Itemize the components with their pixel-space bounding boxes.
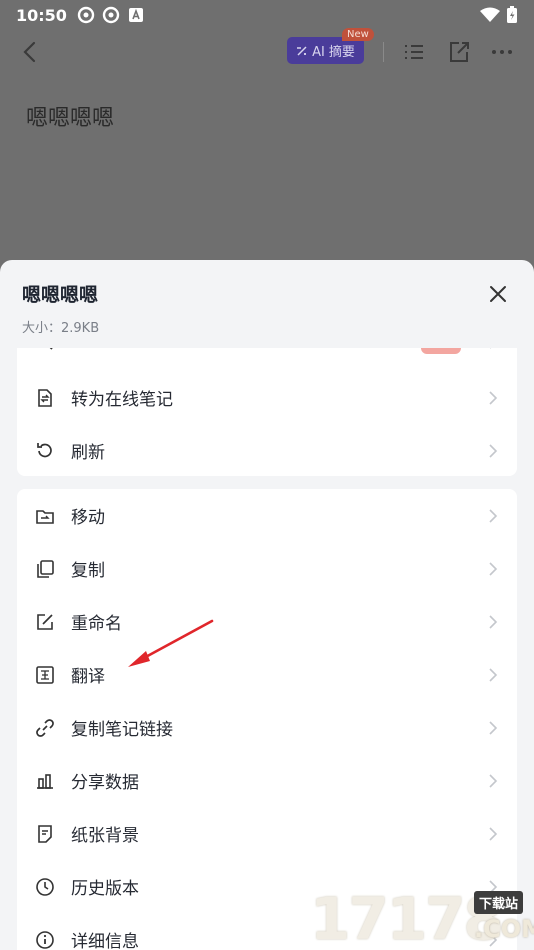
chevron-right-icon bbox=[489, 561, 498, 576]
chevron-right-icon bbox=[489, 390, 498, 405]
refresh-icon bbox=[37, 442, 52, 457]
actions-group-file: 移动 复制 重命名 翻译 复制笔记链接 分享数据 纸张背景 历史版本 详细信息 bbox=[17, 489, 517, 950]
history-icon bbox=[36, 877, 54, 896]
action-row-move[interactable]: 移动 bbox=[17, 489, 517, 542]
file-size: 大小：2.9KB bbox=[22, 321, 100, 336]
action-label-share-data: 分享数据 bbox=[71, 773, 139, 793]
paper-background-icon bbox=[38, 824, 52, 843]
chevron-right-icon bbox=[489, 508, 498, 523]
search-icon bbox=[50, 348, 53, 350]
chevron-right-icon bbox=[489, 826, 498, 841]
action-row-paper-background[interactable]: 纸张背景 bbox=[17, 807, 517, 860]
convert-note-icon bbox=[38, 388, 52, 407]
app-notification-icon bbox=[77, 6, 95, 24]
action-label-copy: 复制 bbox=[71, 561, 105, 581]
font-a-icon bbox=[128, 8, 143, 22]
action-row-translate[interactable]: 翻译 bbox=[17, 648, 517, 701]
action-row-refresh[interactable]: 刷新 bbox=[17, 424, 517, 477]
chevron-right-icon bbox=[489, 773, 498, 788]
action-label-paper-background: 纸张背景 bbox=[71, 826, 139, 846]
chevron-right-icon bbox=[489, 443, 498, 458]
annotation-arrow bbox=[128, 619, 214, 667]
status-right bbox=[480, 6, 518, 24]
link-icon bbox=[36, 718, 54, 737]
action-row-copy[interactable]: 复制 bbox=[17, 542, 517, 595]
chevron-right-icon bbox=[489, 667, 498, 682]
action-row-rename[interactable]: 重命名 bbox=[17, 595, 517, 648]
chevron-right-icon bbox=[489, 614, 498, 629]
action-label-details: 详细信息 bbox=[71, 932, 139, 950]
action-label-refresh: 刷新 bbox=[71, 443, 105, 463]
new-badge: New bbox=[342, 28, 374, 41]
outline-list-icon[interactable] bbox=[401, 39, 427, 65]
action-label-history: 历史版本 bbox=[71, 879, 139, 899]
ai-summary-label: AI 摘要 bbox=[312, 45, 355, 60]
ai-sparkle-icon bbox=[297, 45, 307, 56]
action-row-copy-link[interactable]: 复制笔记链接 bbox=[17, 701, 517, 754]
action-label-copy-link: 复制笔记链接 bbox=[71, 720, 173, 740]
battery-icon bbox=[507, 6, 517, 23]
watermark-tag: 下载站 bbox=[474, 891, 524, 914]
chevron-right-icon bbox=[489, 720, 498, 735]
share-icon[interactable] bbox=[446, 39, 472, 65]
more-icon[interactable] bbox=[489, 39, 515, 65]
status-time: 10:50 bbox=[16, 5, 67, 25]
rename-icon bbox=[37, 613, 53, 630]
note-actions-sheet: 嗯嗯嗯嗯 大小：2.9KB 转为在线笔记 刷新 移动 复制 重命名 翻译 复制笔… bbox=[0, 260, 534, 950]
app-notification-icon-2 bbox=[102, 6, 120, 24]
action-row-convert[interactable]: 转为在线笔记 bbox=[17, 371, 517, 424]
action-label-translate: 翻译 bbox=[71, 667, 105, 687]
actions-list[interactable]: 转为在线笔记 刷新 移动 复制 重命名 翻译 复制笔记链接 分享数据 纸张背景 … bbox=[0, 348, 534, 950]
watermark-domain: .COM bbox=[474, 915, 534, 943]
back-arrow-icon[interactable] bbox=[18, 39, 44, 65]
watermark-logo: 17178 下载站 .COM bbox=[310, 885, 534, 950]
translate-icon bbox=[36, 665, 54, 684]
move-icon bbox=[36, 509, 54, 524]
toolbar-divider bbox=[383, 42, 384, 62]
actions-group-sync: 转为在线笔记 刷新 bbox=[17, 348, 517, 476]
copy-icon bbox=[37, 559, 54, 578]
action-label-move: 移动 bbox=[71, 508, 105, 528]
info-icon bbox=[36, 930, 54, 949]
note-toolbar: AI 摘要 New bbox=[0, 28, 534, 74]
close-icon[interactable] bbox=[486, 282, 510, 306]
ai-summary-button[interactable]: AI 摘要 bbox=[287, 37, 364, 64]
action-label-convert: 转为在线笔记 bbox=[71, 390, 173, 410]
note-title: 嗯嗯嗯嗯 bbox=[26, 106, 115, 131]
chevron-right-icon bbox=[490, 348, 491, 349]
share-data-icon bbox=[37, 773, 53, 789]
action-row-share-data[interactable]: 分享数据 bbox=[17, 754, 517, 807]
sheet-title: 嗯嗯嗯嗯 bbox=[22, 284, 99, 306]
wifi-icon bbox=[480, 7, 500, 22]
status-bar: 10:50 bbox=[0, 0, 534, 30]
action-label-rename: 重命名 bbox=[71, 614, 122, 634]
action-row-hidden[interactable] bbox=[17, 348, 517, 368]
